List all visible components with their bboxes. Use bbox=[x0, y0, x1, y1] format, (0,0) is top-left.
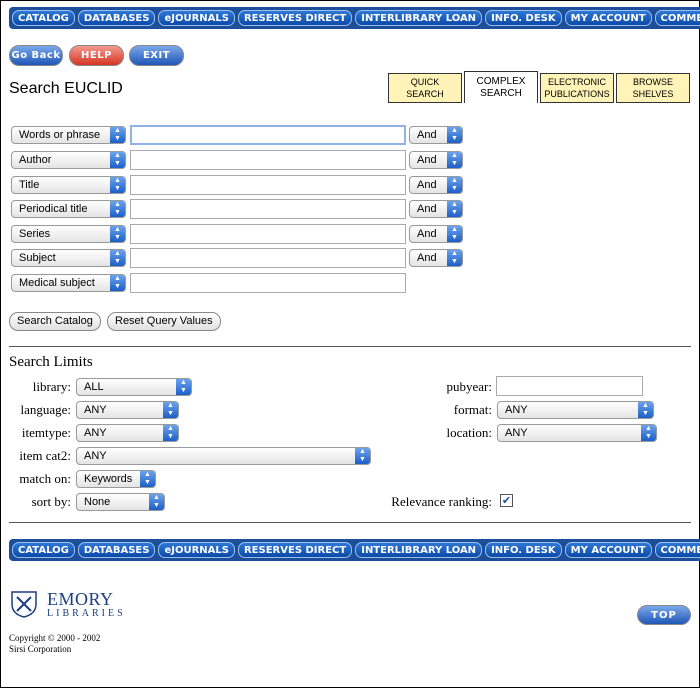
sortby-select[interactable]: None ▲ ▼ bbox=[76, 493, 165, 511]
field-select-title[interactable]: Title ▲ ▼ bbox=[11, 176, 126, 194]
search-tabs: QUICK SEARCH COMPLEX SEARCH ELECTRONIC PUBL… bbox=[388, 71, 690, 103]
operator-select-1[interactable]: And ▲ ▼ bbox=[409, 126, 463, 144]
chevron-updown-icon: ▲ ▼ bbox=[176, 379, 191, 395]
shield-icon bbox=[11, 591, 37, 618]
nav-catalog[interactable]: CATALOG bbox=[12, 542, 75, 558]
itemcat2-select[interactable]: ANY ▲ ▼ bbox=[76, 447, 371, 465]
field-select-subject[interactable]: Subject ▲ ▼ bbox=[11, 249, 126, 267]
top-button[interactable]: TOP bbox=[637, 605, 691, 625]
nav-info-desk[interactable]: INFO. DESK bbox=[485, 10, 562, 26]
reset-query-button[interactable]: Reset Query Values bbox=[107, 312, 221, 331]
go-back-button[interactable]: Go Back bbox=[9, 45, 63, 66]
field-select-words[interactable]: Words or phrase ▲ ▼ bbox=[11, 126, 126, 144]
logo-name: EMORY bbox=[47, 588, 114, 609]
operator-select-6[interactable]: And ▲ ▼ bbox=[409, 249, 463, 267]
nav-interlibrary-loan[interactable]: INTERLIBRARY LOAN bbox=[355, 10, 483, 26]
tab-complex-search[interactable]: COMPLEX SEARCH bbox=[464, 71, 538, 103]
chevron-updown-icon: ▲ ▼ bbox=[140, 471, 155, 487]
sortby-label: sort by: bbox=[31, 494, 71, 509]
emory-libraries-logo[interactable]: EMORY LIBRARIES bbox=[9, 589, 126, 619]
chevron-updown-icon: ▲ ▼ bbox=[110, 127, 125, 143]
chevron-updown-icon: ▲ ▼ bbox=[110, 226, 125, 242]
nav-ejournals[interactable]: eJOURNALS bbox=[158, 542, 235, 558]
chevron-updown-icon: ▲ ▼ bbox=[355, 448, 370, 464]
help-button[interactable]: HELP bbox=[69, 45, 124, 66]
chevron-updown-icon: ▲ ▼ bbox=[638, 402, 653, 418]
matchon-label: match on: bbox=[19, 471, 71, 486]
chevron-updown-icon: ▲ ▼ bbox=[447, 152, 462, 168]
nav-my-account[interactable]: MY ACCOUNT bbox=[564, 10, 652, 26]
query-input-medical[interactable] bbox=[130, 273, 406, 293]
chevron-updown-icon: ▲ ▼ bbox=[447, 127, 462, 143]
nav-reserves-direct[interactable]: RESERVES DIRECT bbox=[237, 10, 353, 26]
copyright: Copyright © 2000 - 2002 Sirsi Corporatio… bbox=[9, 633, 101, 654]
logo-subtitle: LIBRARIES bbox=[47, 607, 126, 619]
query-input-periodical[interactable] bbox=[130, 199, 406, 219]
nav-my-account[interactable]: MY ACCOUNT bbox=[564, 542, 652, 558]
chevron-updown-icon: ▲ ▼ bbox=[110, 152, 125, 168]
divider bbox=[9, 346, 691, 347]
nav-comment[interactable]: COMMENT bbox=[654, 542, 700, 558]
bottom-nav-bar: CATALOG DATABASES eJOURNALS RESERVES DIR… bbox=[9, 539, 700, 561]
search-limits-title: Search Limits bbox=[9, 354, 93, 370]
chevron-updown-icon: ▲ ▼ bbox=[110, 275, 125, 291]
divider bbox=[9, 522, 691, 523]
itemtype-label: itemtype: bbox=[21, 425, 71, 440]
chevron-updown-icon: ▲ ▼ bbox=[110, 250, 125, 266]
field-select-series[interactable]: Series ▲ ▼ bbox=[11, 225, 126, 243]
nav-comment[interactable]: COMMENT bbox=[654, 10, 700, 26]
top-nav-bar: CATALOG DATABASES eJOURNALS RESERVES DIR… bbox=[9, 7, 700, 29]
page-title: Search EUCLID bbox=[9, 80, 123, 97]
chevron-updown-icon: ▲ ▼ bbox=[447, 250, 462, 266]
chevron-updown-icon: ▲ ▼ bbox=[447, 201, 462, 217]
relevance-checkbox[interactable]: ✔ bbox=[500, 494, 513, 507]
itemcat2-label: item cat2: bbox=[19, 448, 71, 463]
nav-ejournals[interactable]: eJOURNALS bbox=[158, 10, 235, 26]
chevron-updown-icon: ▲ ▼ bbox=[447, 177, 462, 193]
field-select-periodical[interactable]: Periodical title ▲ ▼ bbox=[11, 200, 126, 218]
relevance-label: Relevance ranking: bbox=[391, 494, 492, 509]
query-input-subject[interactable] bbox=[130, 248, 406, 268]
chevron-updown-icon: ▲ ▼ bbox=[149, 494, 164, 510]
nav-info-desk[interactable]: INFO. DESK bbox=[485, 542, 562, 558]
operator-select-5[interactable]: And ▲ ▼ bbox=[409, 225, 463, 243]
nav-databases[interactable]: DATABASES bbox=[77, 542, 156, 558]
chevron-updown-icon: ▲ ▼ bbox=[110, 177, 125, 193]
search-catalog-button[interactable]: Search Catalog bbox=[9, 312, 101, 331]
library-select[interactable]: ALL ▲ ▼ bbox=[76, 378, 192, 396]
matchon-select[interactable]: Keywords ▲ ▼ bbox=[76, 470, 156, 488]
exit-button[interactable]: EXIT bbox=[129, 45, 184, 66]
format-label: format: bbox=[453, 402, 492, 417]
location-select[interactable]: ANY ▲ ▼ bbox=[497, 424, 657, 442]
format-select[interactable]: ANY ▲ ▼ bbox=[497, 401, 654, 419]
operator-select-2[interactable]: And ▲ ▼ bbox=[409, 151, 463, 169]
query-input-title[interactable] bbox=[130, 175, 406, 195]
pubyear-label: pubyear: bbox=[446, 379, 492, 394]
nav-interlibrary-loan[interactable]: INTERLIBRARY LOAN bbox=[355, 542, 483, 558]
nav-reserves-direct[interactable]: RESERVES DIRECT bbox=[237, 542, 353, 558]
operator-select-3[interactable]: And ▲ ▼ bbox=[409, 176, 463, 194]
library-label: library: bbox=[32, 379, 71, 394]
query-input-series[interactable] bbox=[130, 224, 406, 244]
field-select-medical[interactable]: Medical subject ▲ ▼ bbox=[11, 274, 126, 292]
nav-catalog[interactable]: CATALOG bbox=[12, 10, 75, 26]
operator-select-4[interactable]: And ▲ ▼ bbox=[409, 200, 463, 218]
chevron-updown-icon: ▲ ▼ bbox=[110, 201, 125, 217]
tab-electronic-publications[interactable]: ELECTRONIC PUBLICATIONS bbox=[540, 73, 614, 103]
chevron-updown-icon: ▲ ▼ bbox=[163, 425, 178, 441]
pubyear-input[interactable] bbox=[496, 376, 643, 396]
location-label: location: bbox=[446, 425, 493, 440]
tab-browse-shelves[interactable]: BROWSE SHELVES bbox=[616, 73, 690, 103]
nav-databases[interactable]: DATABASES bbox=[77, 10, 156, 26]
tab-quick-search[interactable]: QUICK SEARCH bbox=[388, 73, 462, 103]
chevron-updown-icon: ▲ ▼ bbox=[163, 402, 178, 418]
query-input-author[interactable] bbox=[130, 150, 406, 170]
language-label: language: bbox=[20, 402, 71, 417]
itemtype-select[interactable]: ANY ▲ ▼ bbox=[76, 424, 179, 442]
chevron-updown-icon: ▲ ▼ bbox=[641, 425, 656, 441]
field-select-author[interactable]: Author ▲ ▼ bbox=[11, 151, 126, 169]
language-select[interactable]: ANY ▲ ▼ bbox=[76, 401, 179, 419]
query-input-words[interactable] bbox=[130, 125, 406, 145]
chevron-updown-icon: ▲ ▼ bbox=[447, 226, 462, 242]
